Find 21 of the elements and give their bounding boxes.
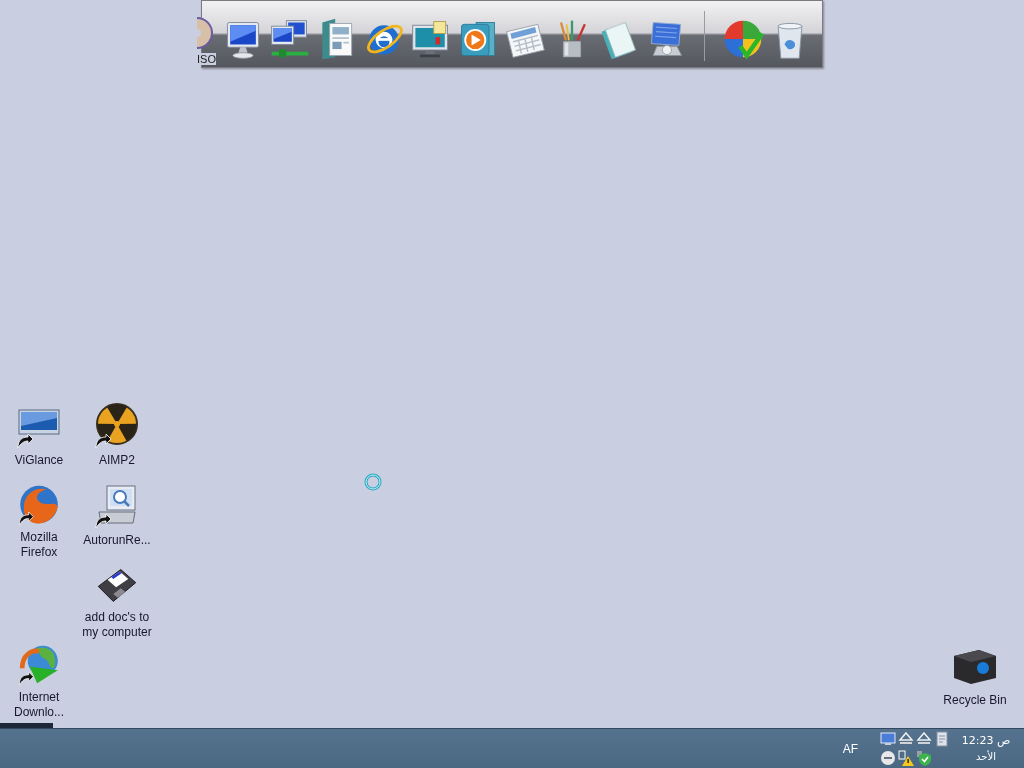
minus-circle-icon[interactable]	[880, 750, 896, 766]
monitor-icon[interactable]	[880, 731, 896, 747]
edge-strip	[0, 723, 53, 728]
icon-label[interactable]: Mozilla Firefox	[1, 530, 77, 560]
network-warning-icon[interactable]	[898, 750, 914, 766]
shield-icon[interactable]	[916, 750, 932, 766]
icon-label[interactable]: AIMP2	[79, 453, 155, 468]
eject-icon[interactable]	[898, 731, 914, 747]
clock-day[interactable]: الأحد	[976, 749, 996, 764]
clock-time[interactable]: 12:23 ص	[961, 733, 1011, 748]
icon-label[interactable]: Internet Downlo...	[1, 690, 77, 720]
icon-label[interactable]: add doc's to my computer	[79, 610, 155, 640]
language-indicator[interactable]: AF	[842, 739, 858, 758]
dock-item-label: ISO	[197, 53, 216, 65]
icon-label[interactable]: ViGlance	[1, 453, 77, 468]
document-icon[interactable]	[934, 731, 950, 747]
radiation-disc-icon[interactable]	[93, 402, 141, 450]
icon-label[interactable]: Recycle Bin	[943, 693, 1007, 708]
busy-cursor-icon	[364, 473, 382, 491]
icon-label[interactable]: AutorunRe...	[79, 533, 155, 548]
eject-icon[interactable]	[916, 731, 932, 747]
